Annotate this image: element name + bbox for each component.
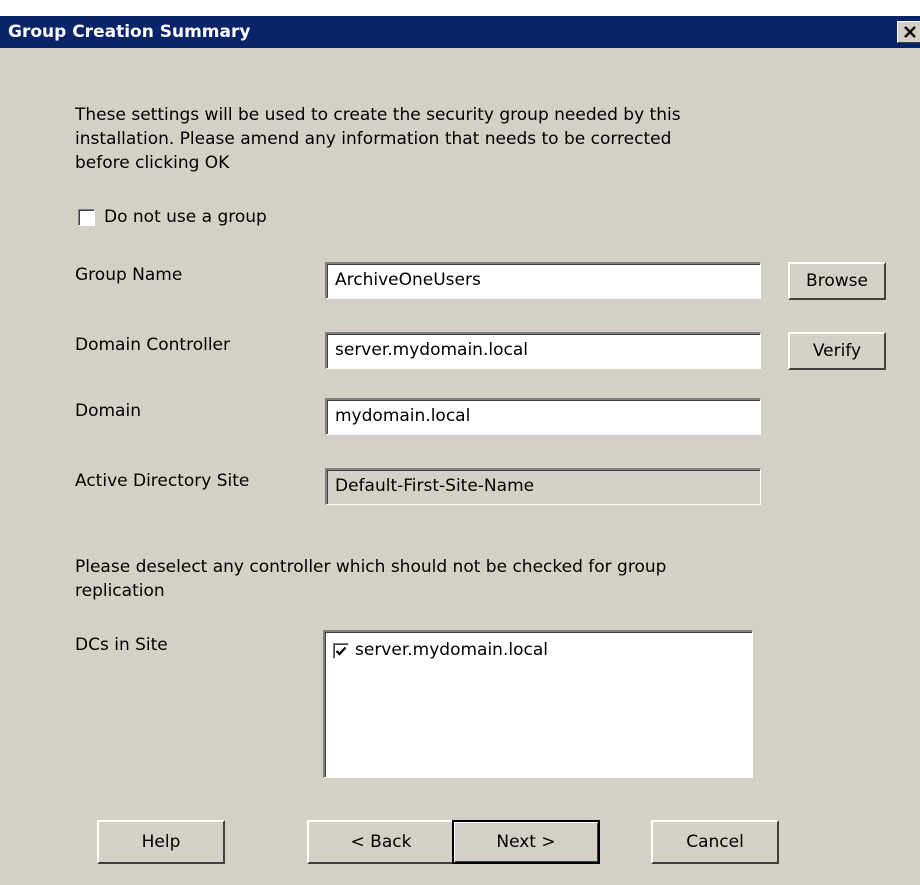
dc-checkbox[interactable] [333,643,349,659]
do-not-use-group-label[interactable]: Do not use a group [104,205,267,229]
browse-button[interactable]: Browse [788,262,886,300]
intro-line: These settings will be used to create th… [75,105,681,125]
dialog-title: Group Creation Summary [8,22,251,42]
close-button[interactable] [897,21,920,43]
dcs-in-site-list[interactable]: server.mydomain.local [323,630,753,778]
deselect-instructions: Please deselect any controller which sho… [75,555,666,603]
group-creation-summary-dialog: Group Creation Summary These settings wi… [0,0,920,885]
checkmark-icon [335,646,347,656]
back-button[interactable]: < Back [307,820,455,864]
dcs-in-site-label: DCs in Site [75,635,168,655]
title-bar: Group Creation Summary [0,16,920,48]
do-not-use-group-checkbox[interactable] [78,209,95,226]
intro-line: installation. Please amend any informati… [75,129,672,149]
cancel-button[interactable]: Cancel [651,820,779,864]
verify-button[interactable]: Verify [788,332,886,370]
close-icon [904,26,916,38]
ad-site-label: Active Directory Site [75,471,250,491]
domain-controller-input[interactable]: server.mydomain.local [325,332,761,369]
intro-text: These settings will be used to create th… [75,103,775,175]
deselect-line: replication [75,581,165,601]
domain-input[interactable]: mydomain.local [325,398,761,435]
domain-label: Domain [75,401,141,421]
help-button[interactable]: Help [97,820,225,864]
group-name-label: Group Name [75,265,183,285]
next-button[interactable]: Next > [452,820,600,864]
group-name-input[interactable]: ArchiveOneUsers [325,262,761,299]
deselect-line: Please deselect any controller which sho… [75,557,667,577]
background-window-fragment [0,0,920,16]
domain-controller-label: Domain Controller [75,335,230,355]
dc-label: server.mydomain.local [355,640,548,660]
intro-line: before clicking OK [75,153,230,173]
ad-site-field: Default-First-Site-Name [325,468,761,505]
